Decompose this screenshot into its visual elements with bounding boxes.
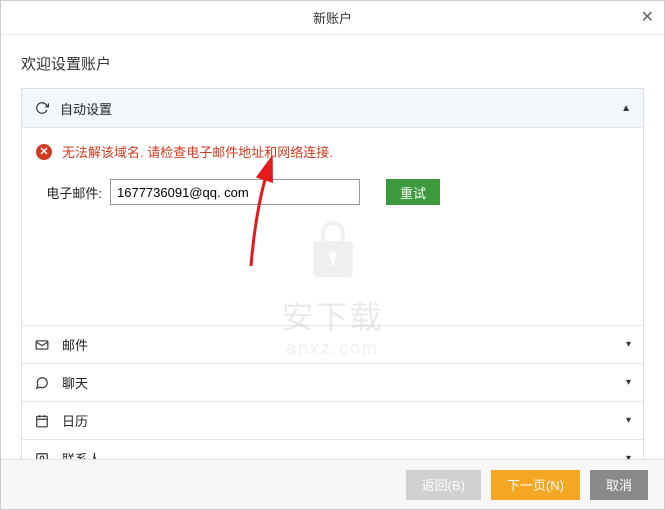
caret-down-icon: ▾ bbox=[626, 339, 631, 350]
mail-title: 邮件 bbox=[62, 335, 88, 354]
chat-icon bbox=[34, 375, 50, 391]
email-label: 电子邮件: bbox=[36, 183, 102, 202]
window-title: 新账户 bbox=[313, 8, 352, 27]
next-button[interactable]: 下一页(N) bbox=[491, 470, 580, 500]
email-input[interactable] bbox=[110, 179, 360, 205]
auto-setup-header[interactable]: 自动设置 ▲ bbox=[22, 89, 643, 127]
caret-down-icon: ▾ bbox=[626, 415, 631, 426]
calendar-title: 日历 bbox=[62, 411, 88, 430]
mail-section[interactable]: 邮件 ▾ bbox=[22, 325, 643, 363]
chat-section[interactable]: 聊天 ▾ bbox=[22, 363, 643, 401]
error-icon: ✕ bbox=[36, 144, 52, 160]
settings-panel: 自动设置 ▲ ✕ 无法解该域名. 请检查电子邮件地址和网络连接. 电子邮件: 重… bbox=[21, 88, 644, 478]
calendar-icon bbox=[34, 413, 50, 429]
error-message: 无法解该域名. 请检查电子邮件地址和网络连接. bbox=[62, 142, 333, 161]
close-icon[interactable]: ✕ bbox=[641, 7, 654, 27]
calendar-section[interactable]: 日历 ▾ bbox=[22, 401, 643, 439]
chat-title: 聊天 bbox=[62, 373, 88, 392]
auto-setup-body: ✕ 无法解该域名. 请检查电子邮件地址和网络连接. 电子邮件: 重试 bbox=[22, 127, 643, 325]
back-button[interactable]: 返回(B) bbox=[406, 470, 481, 500]
caret-down-icon: ▾ bbox=[626, 377, 631, 388]
caret-up-icon: ▲ bbox=[621, 103, 631, 114]
welcome-text: 欢迎设置账户 bbox=[21, 53, 644, 74]
cancel-button[interactable]: 取消 bbox=[590, 470, 648, 500]
mail-icon bbox=[34, 337, 50, 353]
refresh-icon bbox=[34, 100, 50, 116]
retry-button[interactable]: 重试 bbox=[386, 179, 440, 205]
auto-setup-title: 自动设置 bbox=[60, 99, 112, 118]
